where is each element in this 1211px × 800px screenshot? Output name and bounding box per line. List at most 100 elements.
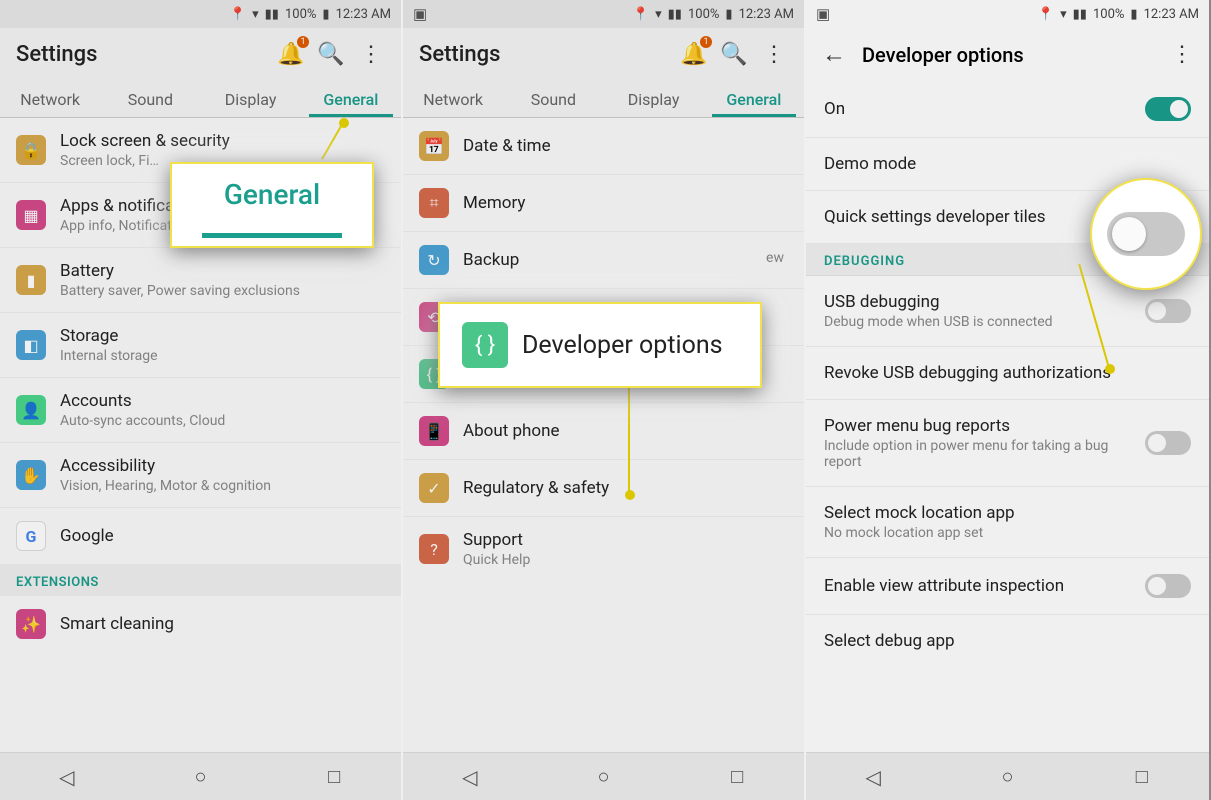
nav-bar: ◁ ○ □ bbox=[403, 752, 804, 800]
status-bar: ▣ 📍 ▾ ▮▮ 100% ▮ 12:23 AM bbox=[806, 0, 1209, 28]
tab-sound[interactable]: Sound bbox=[100, 80, 200, 117]
nav-recent[interactable]: □ bbox=[725, 765, 749, 789]
callout-dot bbox=[339, 118, 349, 128]
location-icon: 📍 bbox=[230, 7, 246, 22]
settings-list[interactable]: 📅 Date & time ⌗ Memory ↻ Backup ew ⟲ Res… bbox=[403, 118, 804, 752]
accounts-icon: 👤 bbox=[16, 395, 46, 425]
status-bar: 📍 ▾ ▮▮ 100% ▮ 12:23 AM bbox=[0, 0, 401, 28]
signal-icon: ▮▮ bbox=[265, 7, 279, 22]
developer-icon: { } bbox=[462, 322, 508, 368]
nav-recent[interactable]: □ bbox=[322, 765, 346, 789]
item-memory[interactable]: ⌗ Memory bbox=[403, 175, 804, 232]
clock: 12:23 AM bbox=[739, 7, 794, 22]
status-bar: ▣ 📍 ▾ ▮▮ 100% ▮ 12:23 AM bbox=[403, 0, 804, 28]
item-about-phone[interactable]: 📱 About phone bbox=[403, 403, 804, 460]
battery-icon: ▮ bbox=[322, 7, 329, 22]
toggle-view-attr[interactable] bbox=[1145, 574, 1191, 598]
tab-network[interactable]: Network bbox=[0, 80, 100, 117]
notif-badge: 1 bbox=[700, 36, 712, 48]
row-select-debug-app[interactable]: Select debug app bbox=[806, 615, 1209, 667]
item-storage[interactable]: ◧ StorageInternal storage bbox=[0, 313, 401, 378]
phone-screen-3: ▣ 📍 ▾ ▮▮ 100% ▮ 12:23 AM ← Developer opt… bbox=[806, 0, 1209, 800]
backup-icon: ↻ bbox=[419, 245, 449, 275]
battery-icon: ▮ bbox=[1130, 7, 1137, 22]
screenshot-icon: ▣ bbox=[816, 5, 830, 23]
item-battery[interactable]: ▮ BatteryBattery saver, Power saving exc… bbox=[0, 248, 401, 313]
tab-display[interactable]: Display bbox=[604, 80, 704, 117]
toggle-off-magnified bbox=[1107, 212, 1185, 256]
notifications-icon[interactable]: 🔔1 bbox=[277, 40, 305, 68]
apps-icon: ▦ bbox=[16, 200, 46, 230]
notifications-icon[interactable]: 🔔1 bbox=[680, 40, 708, 68]
nav-home[interactable]: ○ bbox=[995, 765, 1019, 789]
item-regulatory[interactable]: ✓ Regulatory & safety bbox=[403, 460, 804, 517]
toggle-usb-debugging[interactable] bbox=[1145, 299, 1191, 323]
overflow-icon[interactable]: ⋮ bbox=[1171, 42, 1193, 67]
nav-bar: ◁ ○ □ bbox=[806, 752, 1209, 800]
google-icon: G bbox=[16, 521, 46, 551]
tab-general[interactable]: General bbox=[704, 80, 804, 117]
item-accounts[interactable]: 👤 AccountsAuto-sync accounts, Cloud bbox=[0, 378, 401, 443]
callout-usb-toggle bbox=[1090, 178, 1202, 290]
app-header: Settings 🔔1 🔍 ⋮ bbox=[403, 28, 804, 80]
settings-tabs: Network Sound Display General bbox=[403, 80, 804, 118]
overflow-icon[interactable]: ⋮ bbox=[760, 40, 788, 68]
callout-dot bbox=[625, 490, 635, 500]
toggle-power-bug-reports[interactable] bbox=[1145, 431, 1191, 455]
nav-back[interactable]: ◁ bbox=[458, 765, 482, 789]
clock: 12:23 AM bbox=[1144, 7, 1199, 22]
tab-network[interactable]: Network bbox=[403, 80, 503, 117]
callout-general-tab: General bbox=[170, 162, 374, 248]
battery-icon: ▮ bbox=[725, 7, 732, 22]
row-mock-location[interactable]: Select mock location appNo mock location… bbox=[806, 487, 1209, 558]
phone-screen-1: 📍 ▾ ▮▮ 100% ▮ 12:23 AM Settings 🔔1 🔍 ⋮ N… bbox=[0, 0, 403, 800]
nav-back[interactable]: ◁ bbox=[861, 765, 885, 789]
item-support[interactable]: ? SupportQuick Help bbox=[403, 517, 804, 581]
battery-item-icon: ▮ bbox=[16, 265, 46, 295]
wifi-icon: ▾ bbox=[1060, 7, 1067, 22]
search-icon[interactable]: 🔍 bbox=[317, 40, 345, 68]
back-arrow-icon[interactable]: ← bbox=[822, 40, 846, 69]
row-on[interactable]: On bbox=[806, 81, 1209, 138]
item-date-time[interactable]: 📅 Date & time bbox=[403, 118, 804, 175]
signal-icon: ▮▮ bbox=[1073, 7, 1087, 22]
row-revoke-auth[interactable]: Revoke USB debugging authorizations bbox=[806, 347, 1209, 400]
item-accessibility[interactable]: ✋ AccessibilityVision, Hearing, Motor & … bbox=[0, 443, 401, 508]
app-header: Settings 🔔1 🔍 ⋮ bbox=[0, 28, 401, 80]
battery-pct: 100% bbox=[285, 7, 316, 22]
search-icon[interactable]: 🔍 bbox=[720, 40, 748, 68]
row-view-attr-inspection[interactable]: Enable view attribute inspection bbox=[806, 558, 1209, 615]
lock-icon: 🔒 bbox=[16, 135, 46, 165]
accessibility-icon: ✋ bbox=[16, 460, 46, 490]
wifi-icon: ▾ bbox=[252, 7, 259, 22]
regulatory-icon: ✓ bbox=[419, 473, 449, 503]
signal-icon: ▮▮ bbox=[668, 7, 682, 22]
nav-home[interactable]: ○ bbox=[591, 765, 615, 789]
tab-general[interactable]: General bbox=[301, 80, 401, 117]
nav-recent[interactable]: □ bbox=[1130, 765, 1154, 789]
storage-icon: ◧ bbox=[16, 330, 46, 360]
battery-pct: 100% bbox=[1093, 7, 1124, 22]
item-google[interactable]: G Google bbox=[0, 508, 401, 565]
memory-icon: ⌗ bbox=[419, 188, 449, 218]
item-backup[interactable]: ↻ Backup ew bbox=[403, 232, 804, 289]
row-power-bug-reports[interactable]: Power menu bug reportsInclude option in … bbox=[806, 400, 1209, 487]
location-icon: 📍 bbox=[633, 7, 649, 22]
clock: 12:23 AM bbox=[336, 7, 391, 22]
battery-pct: 100% bbox=[688, 7, 719, 22]
tab-sound[interactable]: Sound bbox=[503, 80, 603, 117]
nav-home[interactable]: ○ bbox=[188, 765, 212, 789]
tab-display[interactable]: Display bbox=[201, 80, 301, 117]
location-icon: 📍 bbox=[1038, 7, 1054, 22]
phone-icon: 📱 bbox=[419, 416, 449, 446]
item-smart-cleaning[interactable]: ✨ Smart cleaning bbox=[0, 596, 401, 652]
callout-line bbox=[628, 388, 630, 493]
extensions-header: EXTENSIONS bbox=[0, 565, 401, 596]
nav-back[interactable]: ◁ bbox=[55, 765, 79, 789]
screenshot-icon: ▣ bbox=[413, 5, 427, 23]
callout-dot bbox=[1105, 364, 1115, 374]
phone-screen-2: ▣ 📍 ▾ ▮▮ 100% ▮ 12:23 AM Settings 🔔1 🔍 ⋮… bbox=[403, 0, 806, 800]
overflow-icon[interactable]: ⋮ bbox=[357, 40, 385, 68]
toggle-on[interactable] bbox=[1145, 97, 1191, 121]
page-title: Developer options bbox=[862, 43, 1155, 67]
